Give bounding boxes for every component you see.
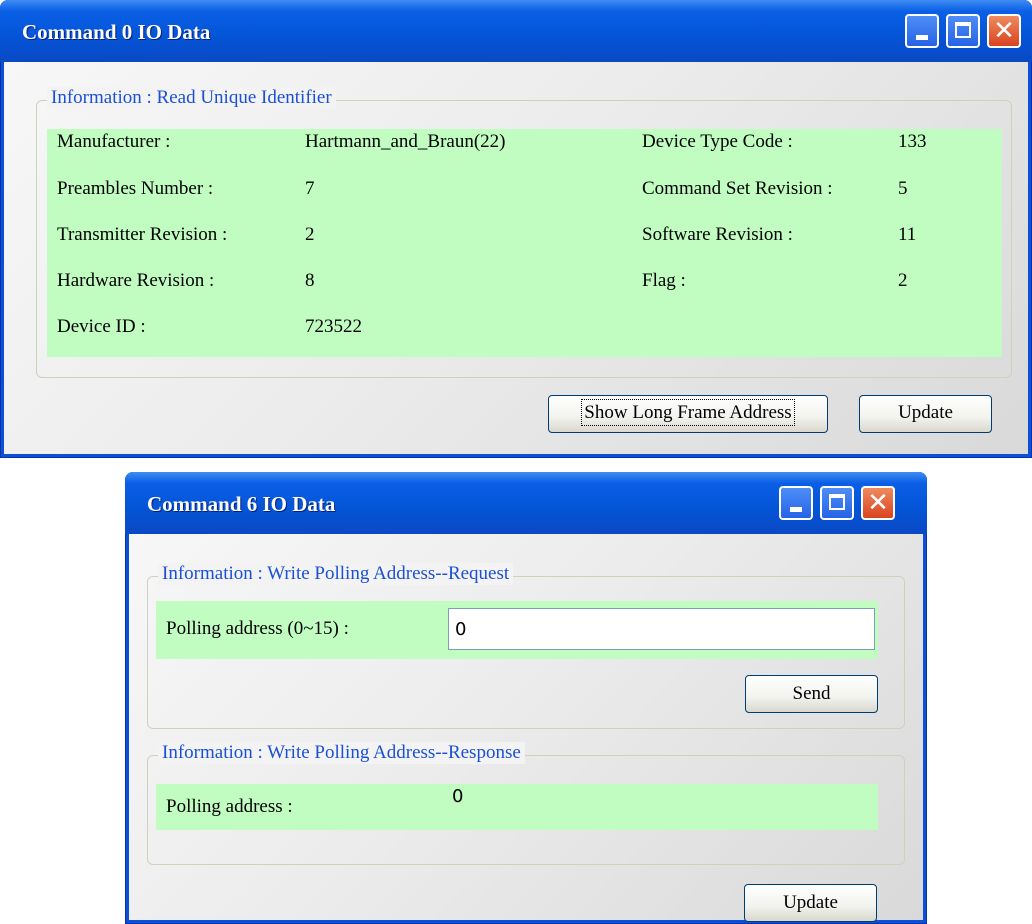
close-icon: ✕ (867, 488, 889, 518)
maximize-button[interactable] (820, 486, 854, 520)
preambles-number-value: 7 (305, 178, 315, 199)
polling-address-input[interactable] (448, 608, 875, 650)
device-id-label: Device ID : (57, 316, 146, 337)
response-group-title: Information : Write Polling Address--Res… (158, 742, 525, 764)
request-group-title: Information : Write Polling Address--Req… (158, 563, 514, 585)
update-button[interactable]: Update (859, 395, 992, 433)
info-panel: Manufacturer : Hartmann_and_Braun(22) De… (47, 129, 1002, 357)
maximize-icon (829, 494, 845, 510)
polling-request-label: Polling address (0~15) : (166, 618, 349, 639)
command-set-revision-label: Command Set Revision : (642, 178, 833, 199)
close-icon: ✕ (993, 16, 1015, 46)
minimize-icon (916, 35, 928, 40)
command6-title: Command 6 IO Data (147, 492, 336, 516)
update-label: Update (783, 892, 838, 913)
maximize-icon (955, 22, 971, 38)
polling-response-group: Information : Write Polling Address--Res… (147, 742, 905, 865)
command6-titlebar[interactable]: Command 6 IO Data ✕ (125, 472, 927, 534)
command6-window: Command 6 IO Data ✕ Information : Write … (125, 472, 927, 924)
maximize-button[interactable] (946, 14, 980, 48)
transmitter-revision-label: Transmitter Revision : (57, 224, 228, 245)
minimize-icon (790, 507, 802, 512)
device-type-code-label: Device Type Code : (642, 131, 793, 152)
command0-window: Command 0 IO Data ✕ Information : Read U… (0, 0, 1032, 458)
command-set-revision-value: 5 (898, 178, 908, 199)
preambles-number-label: Preambles Number : (57, 178, 214, 199)
device-id-value: 723522 (305, 316, 362, 337)
polling-response-label: Polling address : (166, 796, 293, 817)
software-revision-label: Software Revision : (642, 224, 793, 245)
hardware-revision-label: Hardware Revision : (57, 270, 215, 291)
polling-response-value: 0 (452, 786, 464, 807)
polling-request-group: Information : Write Polling Address--Req… (147, 563, 905, 729)
close-button[interactable]: ✕ (987, 14, 1021, 48)
manufacturer-label: Manufacturer : (57, 131, 171, 152)
send-button[interactable]: Send (745, 675, 878, 713)
transmitter-revision-value: 2 (305, 224, 315, 245)
group-title: Information : Read Unique Identifier (47, 87, 336, 109)
response-panel: Polling address : 0 (156, 784, 878, 830)
minimize-button[interactable] (779, 486, 813, 520)
close-button[interactable]: ✕ (861, 486, 895, 520)
flag-value: 2 (898, 270, 908, 291)
send-label: Send (792, 683, 831, 704)
software-revision-value: 11 (898, 224, 917, 245)
flag-label: Flag : (642, 270, 686, 291)
command0-title: Command 0 IO Data (22, 20, 211, 44)
manufacturer-value: Hartmann_and_Braun(22) (305, 131, 506, 152)
command0-titlebar[interactable]: Command 0 IO Data ✕ (0, 0, 1032, 62)
device-type-code-value: 133 (898, 131, 927, 152)
command0-client: Information : Read Unique Identifier Man… (4, 62, 1028, 454)
command6-client: Information : Write Polling Address--Req… (129, 534, 923, 922)
show-long-frame-address-button[interactable]: Show Long Frame Address (548, 395, 828, 433)
update-label: Update (898, 402, 953, 423)
read-unique-identifier-group: Information : Read Unique Identifier Man… (36, 87, 1012, 378)
request-panel: Polling address (0~15) : (156, 601, 878, 659)
hardware-revision-value: 8 (305, 270, 315, 291)
minimize-button[interactable] (905, 14, 939, 48)
show-long-frame-address-label: Show Long Frame Address (581, 399, 795, 426)
update-button[interactable]: Update (744, 884, 877, 922)
